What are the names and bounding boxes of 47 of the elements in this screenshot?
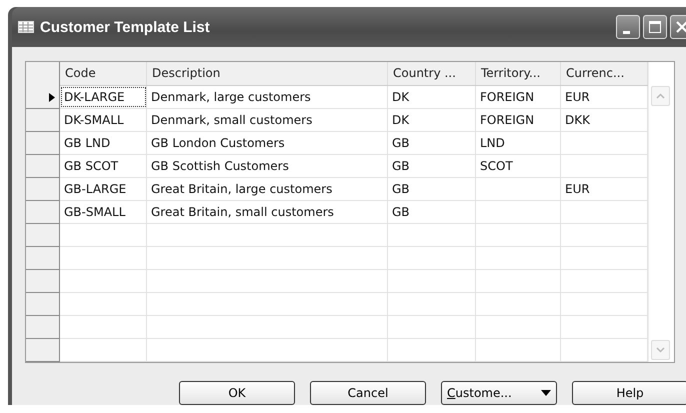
- close-icon: [676, 21, 686, 33]
- dialog-button[interactable]: OK: [179, 381, 295, 405]
- table-cell: Denmark, small customers: [147, 109, 388, 131]
- table-cell: GB SCOT: [60, 155, 147, 177]
- column-header[interactable]: Country ...: [388, 62, 476, 85]
- table-cell: Great Britain, large customers: [147, 178, 388, 200]
- table-cell: GB-LARGE: [60, 178, 147, 200]
- minimize-icon: [622, 30, 630, 34]
- maximize-icon: [649, 21, 661, 33]
- dialog-button[interactable]: Cancel: [310, 381, 426, 405]
- table-cell: DK-LARGE: [60, 86, 147, 108]
- scroll-down-button[interactable]: [651, 340, 670, 360]
- table-cell: GB Scottish Customers: [147, 155, 388, 177]
- table-icon: [18, 21, 34, 33]
- table-cell: DKK: [561, 109, 648, 131]
- table-cell: EUR: [561, 178, 648, 200]
- table-cell: FOREIGN: [476, 86, 561, 108]
- dialog-button[interactable]: Help: [572, 381, 686, 405]
- maximize-button[interactable]: [643, 15, 667, 39]
- table-cell: GB LND: [60, 132, 147, 154]
- current-row-icon: [49, 92, 55, 102]
- table-cell: DK: [388, 109, 476, 131]
- column-header[interactable]: Description: [147, 62, 388, 85]
- table-cell: GB: [388, 155, 476, 177]
- column-header[interactable]: Code: [60, 62, 147, 85]
- table-cell: GB: [388, 201, 476, 223]
- window-title: Customer Template List: [40, 18, 210, 36]
- table-cell: GB London Customers: [147, 132, 388, 154]
- table-cell: EUR: [561, 86, 648, 108]
- table-cell: Great Britain, small customers: [147, 201, 388, 223]
- caret-icon: [541, 390, 551, 396]
- scroll-up-button[interactable]: [651, 86, 670, 106]
- menu-button[interactable]: Custome...: [441, 381, 557, 405]
- table-cell: GB-SMALL: [60, 201, 147, 223]
- row-selector[interactable]: [26, 86, 60, 109]
- column-header[interactable]: Territory...: [476, 62, 561, 85]
- column-header[interactable]: Currenc...: [561, 62, 648, 85]
- table-cell: GB: [388, 178, 476, 200]
- table-cell: LND: [476, 132, 561, 154]
- table-cell: DK: [388, 86, 476, 108]
- vertical-scrollbar[interactable]: [648, 62, 672, 362]
- table-cell: FOREIGN: [476, 109, 561, 131]
- table-cell: SCOT: [476, 155, 561, 177]
- table-cell: DK-SMALL: [60, 109, 147, 131]
- table-cell: GB: [388, 132, 476, 154]
- minimize-button[interactable]: [616, 15, 640, 39]
- table-cell: Denmark, large customers: [147, 86, 388, 108]
